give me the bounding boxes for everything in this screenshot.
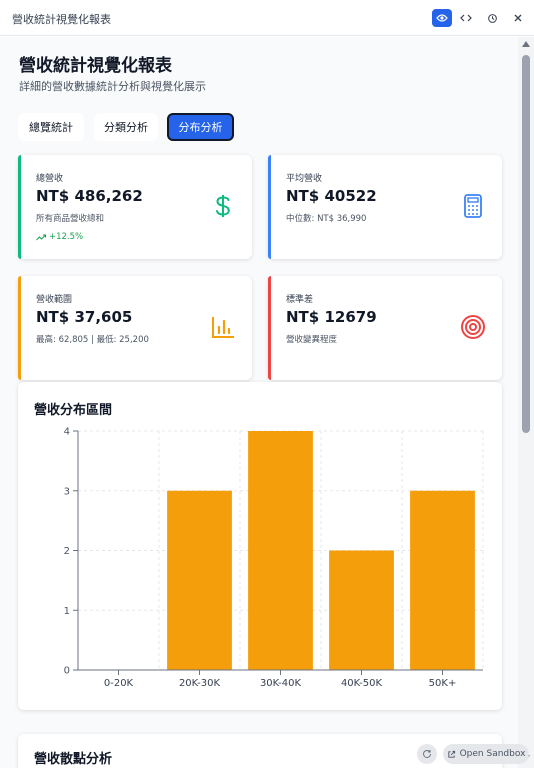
stat-card-average: 平均營收 NT$ 40522 中位數: NT$ 36,990 (268, 155, 502, 259)
tab-overview[interactable]: 總覽統計 (18, 113, 84, 141)
code-view-button[interactable] (456, 9, 476, 27)
bar-50K+ (410, 490, 475, 670)
x-tick-label: 30K-40K (260, 678, 302, 689)
card-value: NT$ 12679 (286, 308, 377, 326)
card-note: 最高: 62,805 | 最低: 25,200 (36, 335, 149, 345)
page-title: 營收統計視覺化報表 (19, 56, 172, 76)
bar-20K-30K (167, 490, 232, 670)
page-subtitle: 詳細的營收數據統計分析與視覺化展示 (19, 80, 206, 93)
card-note: 中位數: NT$ 36,990 (286, 214, 367, 224)
card-note: 所有商品營收總和 (36, 214, 105, 224)
card-value: NT$ 486,262 (36, 187, 143, 205)
vertical-scrollbar[interactable] (518, 37, 534, 768)
scroll-up-icon[interactable] (522, 41, 530, 47)
card-accent-bar (268, 155, 271, 259)
trending-up-icon (36, 234, 46, 240)
x-tick-label: 20K-30K (179, 678, 221, 689)
open-sandbox-label: Open Sandbox (459, 749, 526, 759)
report-page: 營收統計視覺化報表 詳細的營收數據統計分析與視覺化展示 總覽統計 分類分析 分布… (0, 37, 518, 768)
section-title: 營收散點分析 (34, 752, 113, 767)
y-tick-label: 2 (64, 546, 70, 557)
x-tick-label: 50K+ (429, 678, 457, 689)
stat-card-range: 營收範圍 NT$ 37,605 最高: 62,805 | 最低: 25,200 (18, 276, 252, 380)
tab-category[interactable]: 分類分析 (94, 113, 158, 141)
x-tick-label: 40K-50K (341, 678, 383, 689)
eye-icon (436, 14, 448, 22)
x-tick-label: 0-20K (104, 678, 134, 689)
card-accent-bar (268, 276, 271, 380)
preview-toggle-button[interactable] (432, 9, 452, 27)
code-icon (460, 14, 472, 22)
history-icon (487, 13, 497, 23)
scrollbar-thumb[interactable] (522, 55, 530, 433)
target-icon (461, 315, 485, 339)
close-icon (514, 14, 522, 22)
window-title: 營收統計視覺化報表 (12, 13, 111, 26)
bar-chart-icon (212, 317, 234, 338)
y-tick-label: 1 (64, 606, 70, 617)
card-value: NT$ 37,605 (36, 308, 133, 326)
bar-40K-50K (329, 550, 394, 670)
history-button[interactable] (482, 9, 502, 27)
calculator-icon (464, 194, 482, 218)
dollar-icon (216, 195, 230, 217)
y-tick-label: 3 (64, 486, 70, 497)
open-sandbox-button[interactable]: Open Sandbox (443, 744, 529, 764)
card-label: 總營收 (36, 174, 64, 184)
y-tick-label: 4 (64, 427, 70, 438)
external-link-icon (447, 750, 455, 758)
trend-indicator: +12.5% (36, 232, 83, 242)
stat-card-stddev: 標準差 NT$ 12679 營收變異程度 (268, 276, 502, 380)
card-label: 標準差 (286, 295, 314, 305)
distribution-bar-chart: 0 1 2 3 4 0-20K 20K-30K 30K-40K 40K-50K 50K+ (64, 427, 484, 689)
tab-distribution[interactable]: 分布分析 (167, 113, 234, 141)
card-note: 營收變異程度 (286, 335, 338, 345)
distribution-chart-card: 營收分布區間 0 1 2 3 4 0-20K 20K-30K 30K-40K 40K-50K 50… (18, 382, 502, 710)
y-tick-label: 0 (64, 666, 70, 677)
stat-card-total: 總營收 NT$ 486,262 所有商品營收總和 +12.5% (18, 155, 252, 259)
card-label: 平均營收 (286, 174, 323, 184)
refresh-icon (423, 749, 431, 758)
refresh-button[interactable] (417, 744, 437, 764)
trend-value: +12.5% (49, 232, 84, 242)
card-accent-bar (18, 155, 21, 259)
window-titlebar: 營收統計視覺化報表 (0, 0, 534, 36)
bar-30K-40K (248, 431, 313, 670)
card-accent-bar (18, 276, 21, 380)
card-value: NT$ 40522 (286, 187, 377, 205)
close-button[interactable] (508, 9, 528, 27)
card-label: 營收範圍 (36, 295, 73, 305)
